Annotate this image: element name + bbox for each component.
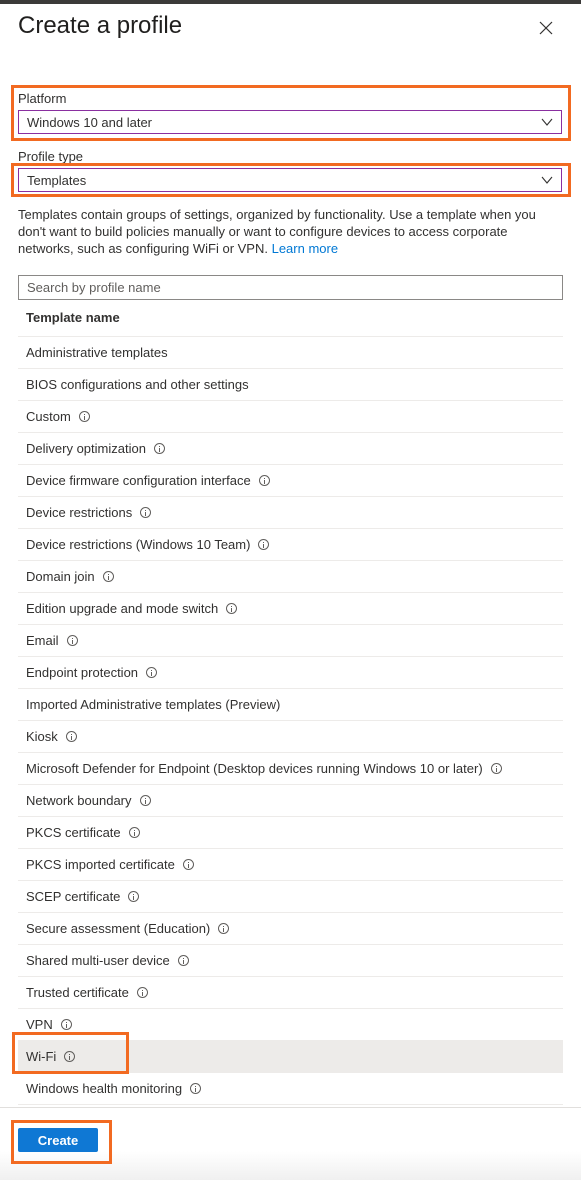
template-row[interactable]: Network boundary [18,785,563,817]
template-list: Administrative templates BIOS configurati… [18,336,563,1105]
info-icon[interactable] [65,731,77,742]
template-name: Trusted certificate [26,985,129,1000]
info-icon[interactable] [226,603,238,614]
template-name: Windows health monitoring [26,1081,183,1096]
template-name: Kiosk [26,729,58,744]
template-name: Domain join [26,569,95,584]
template-row[interactable]: Device restrictions (Windows 10 Team) [18,529,563,561]
info-icon[interactable] [136,987,148,998]
column-header-template-name[interactable]: Template name [26,310,120,325]
info-icon[interactable] [139,795,151,806]
template-row[interactable]: BIOS configurations and other settings [18,369,563,401]
template-row[interactable]: Microsoft Defender for Endpoint (Desktop… [18,753,563,785]
template-name: Device firmware configuration interface [26,473,251,488]
description: Templates contain groups of settings, or… [18,206,548,257]
template-name: Email [26,633,59,648]
template-row[interactable]: Edition upgrade and mode switch [18,593,563,625]
template-name: Secure assessment (Education) [26,921,211,936]
learn-more-link[interactable]: Learn more [272,241,338,256]
info-icon[interactable] [177,955,189,966]
search-input[interactable] [18,275,563,300]
template-row[interactable]: Custom [18,401,563,433]
template-name: Delivery optimization [26,441,146,456]
info-icon[interactable] [128,891,140,902]
info-icon[interactable] [128,827,140,838]
info-icon[interactable] [64,1051,76,1062]
info-icon[interactable] [60,1019,72,1030]
template-name: Endpoint protection [26,665,139,680]
info-icon[interactable] [182,859,194,870]
template-row[interactable]: Wi-Fi [18,1041,563,1073]
template-row[interactable]: Domain join [18,561,563,593]
info-icon[interactable] [153,443,165,454]
top-bar [0,0,581,4]
close-icon[interactable] [536,18,556,38]
template-row[interactable]: Shared multi-user device [18,945,563,977]
template-name: SCEP certificate [26,889,121,904]
template-row[interactable]: Kiosk [18,721,563,753]
template-row[interactable]: Secure assessment (Education) [18,913,563,945]
template-name: Wi-Fi [26,1049,57,1064]
template-name: Administrative templates [26,345,168,360]
template-name: Imported Administrative templates (Previ… [26,697,281,712]
info-icon[interactable] [102,571,114,582]
chevron-down-icon [541,118,553,126]
template-name: BIOS configurations and other settings [26,377,249,392]
template-name: Microsoft Defender for Endpoint (Desktop… [26,761,483,776]
template-name: Device restrictions (Windows 10 Team) [26,537,251,552]
profile-type-dropdown[interactable]: Templates [18,168,562,192]
panel-title: Create a profile [18,12,183,39]
platform-value: Windows 10 and later [27,114,153,130]
template-name: Device restrictions [26,505,133,520]
profile-type-value: Templates [27,172,87,188]
template-name: Network boundary [26,793,132,808]
template-row[interactable]: SCEP certificate [18,881,563,913]
template-row[interactable]: Device restrictions [18,497,563,529]
info-icon[interactable] [190,1083,202,1094]
create-button[interactable]: Create [18,1128,98,1152]
template-name: VPN [26,1017,53,1032]
info-icon[interactable] [490,763,502,774]
template-row[interactable]: Imported Administrative templates (Previ… [18,689,563,721]
template-row[interactable]: Delivery optimization [18,433,563,465]
info-icon[interactable] [218,923,230,934]
template-row[interactable]: Trusted certificate [18,977,563,1009]
template-row[interactable]: VPN [18,1009,563,1041]
template-row[interactable]: Windows health monitoring [18,1073,563,1105]
platform-label: Platform [18,91,67,106]
chevron-down-icon [541,176,553,184]
template-row[interactable]: Endpoint protection [18,657,563,689]
template-row[interactable]: Device firmware configuration interface [18,465,563,497]
info-icon[interactable] [146,667,158,678]
template-row[interactable]: Email [18,625,563,657]
info-icon[interactable] [140,507,152,518]
template-row[interactable]: PKCS imported certificate [18,849,563,881]
template-name: PKCS imported certificate [26,857,175,872]
info-icon[interactable] [258,475,270,486]
template-row[interactable]: Administrative templates [18,337,563,369]
platform-dropdown[interactable]: Windows 10 and later [18,110,562,134]
info-icon[interactable] [258,539,270,550]
template-name: Edition upgrade and mode switch [26,601,219,616]
template-row[interactable]: PKCS certificate [18,817,563,849]
info-icon[interactable] [66,635,78,646]
profile-type-label: Profile type [18,149,84,164]
info-icon[interactable] [78,411,90,422]
template-name: PKCS certificate [26,825,121,840]
template-name: Shared multi-user device [26,953,170,968]
template-name: Custom [26,409,71,424]
